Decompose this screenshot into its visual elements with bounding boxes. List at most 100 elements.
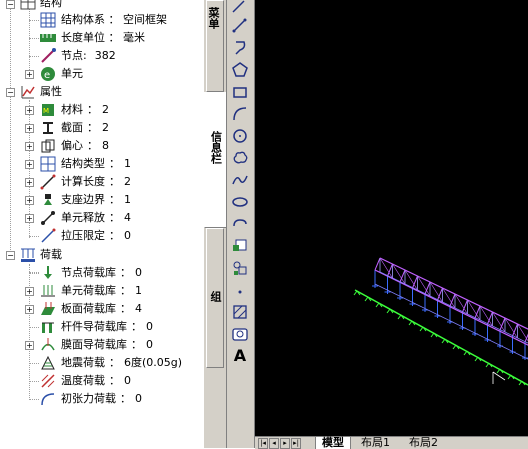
- properties-item[interactable]: 截面：2: [61, 119, 109, 137]
- item-value: 0: [146, 338, 153, 351]
- tree-line: [29, 264, 30, 400]
- properties-expand-toggle[interactable]: +: [25, 106, 34, 115]
- tree-node-loads[interactable]: 荷载: [40, 246, 62, 264]
- collapse-structure-toggle[interactable]: −: [6, 0, 15, 9]
- separator: ：: [105, 191, 124, 209]
- properties-expand-toggle[interactable]: +: [25, 142, 34, 151]
- item-name: 初张力荷载: [61, 392, 116, 405]
- expand-elements-toggle[interactable]: +: [25, 70, 34, 79]
- separator: ：: [116, 300, 135, 318]
- item-name: 支座边界: [61, 193, 105, 206]
- item-value: 空间框架: [123, 13, 167, 26]
- spline-tool-icon[interactable]: [230, 170, 250, 190]
- ellipse-tool-icon[interactable]: [230, 192, 250, 212]
- tree-line: [29, 0, 30, 74]
- item-value: 毫米: [123, 31, 145, 44]
- cloud-tool-icon[interactable]: [230, 148, 250, 168]
- loads-item[interactable]: 温度荷载：0: [61, 372, 131, 390]
- polygon-tool-icon[interactable]: [230, 60, 250, 80]
- tree-node-properties[interactable]: 属性: [40, 83, 62, 101]
- loads-item[interactable]: 地震荷载：6度(0.05g): [61, 354, 182, 372]
- loads-item[interactable]: 膜面导荷载库：0: [61, 336, 153, 354]
- tree-line: [29, 399, 39, 400]
- item-name: 偏心: [61, 139, 83, 152]
- next-layout-button[interactable]: ▸: [280, 438, 290, 449]
- point-tool-icon[interactable]: [230, 280, 250, 300]
- separator: ：: [105, 29, 123, 47]
- tab-menu[interactable]: 菜单: [206, 0, 224, 92]
- tree-line: [29, 273, 39, 274]
- tab-layout2[interactable]: 布局2: [403, 437, 444, 449]
- separator: ：: [105, 227, 124, 245]
- separator: :: [83, 49, 87, 62]
- separator: ：: [105, 155, 124, 173]
- model-canvas[interactable]: [255, 0, 528, 436]
- prev-layout-button[interactable]: ◂: [269, 438, 279, 449]
- last-layout-button[interactable]: ▸|: [291, 438, 301, 449]
- separator: ：: [105, 11, 123, 29]
- loads-label: 荷载: [40, 248, 62, 261]
- item-value: 6度(0.05g): [124, 356, 182, 369]
- text-tool-icon[interactable]: A: [230, 346, 250, 366]
- tree-item-length-unit[interactable]: 长度单位：毫米: [61, 29, 145, 47]
- hatch-tool-icon[interactable]: [230, 302, 250, 322]
- loads-item[interactable]: 杆件导荷载库：0: [61, 318, 153, 336]
- properties-item[interactable]: 计算长度：2: [61, 173, 131, 191]
- ellipse-arc-tool-icon[interactable]: [230, 214, 250, 234]
- circle-tool-icon[interactable]: [230, 126, 250, 146]
- tab-model[interactable]: 模型: [315, 437, 351, 449]
- tree-node-elements[interactable]: 单元: [61, 65, 83, 83]
- arc-tool-icon[interactable]: [230, 104, 250, 124]
- properties-expand-toggle[interactable]: +: [25, 124, 34, 133]
- tree-line: [29, 56, 39, 57]
- separator: ：: [83, 101, 102, 119]
- properties-item[interactable]: 支座边界：1: [61, 191, 131, 209]
- make-block-tool-icon[interactable]: [230, 258, 250, 278]
- tab-group[interactable]: 组: [206, 228, 224, 368]
- item-value: 4: [135, 302, 142, 315]
- eccentricity-icon: [40, 138, 56, 154]
- arc-line-tool-icon[interactable]: [230, 38, 250, 58]
- loads-expand-toggle[interactable]: +: [25, 341, 34, 350]
- tree-item-structure-system[interactable]: 结构体系：空间框架: [61, 11, 167, 29]
- side-tab-strip: 菜单 信息栏 组: [204, 0, 227, 448]
- loads-item[interactable]: 板面荷载库：4: [61, 300, 142, 318]
- loads-icon: [20, 247, 36, 263]
- loads-item[interactable]: 初张力荷载：0: [61, 390, 142, 408]
- collapse-loads-toggle[interactable]: −: [6, 251, 15, 260]
- item-name: 结构体系: [61, 13, 105, 26]
- properties-expand-toggle[interactable]: +: [25, 214, 34, 223]
- membrane-load-icon: [40, 337, 56, 353]
- properties-item[interactable]: 拉压限定：0: [61, 227, 131, 245]
- properties-item[interactable]: 单元释放：4: [61, 209, 131, 227]
- collapse-properties-toggle[interactable]: −: [6, 88, 15, 97]
- loads-item[interactable]: 节点荷载库：0: [61, 264, 142, 282]
- region-tool-icon[interactable]: [230, 324, 250, 344]
- item-name: 长度单位: [61, 31, 105, 44]
- item-name: 膜面导荷载库: [61, 338, 127, 351]
- loads-item[interactable]: 单元荷载库：1: [61, 282, 142, 300]
- polyline-tool-icon[interactable]: [230, 16, 250, 36]
- item-value: 0: [124, 229, 131, 242]
- properties-item[interactable]: 材料：2: [61, 101, 109, 119]
- separator: ：: [105, 209, 124, 227]
- tree-item-nodes[interactable]: 节点:382: [61, 47, 116, 65]
- properties-expand-toggle[interactable]: +: [25, 160, 34, 169]
- tab-info[interactable]: 信息栏: [204, 92, 226, 228]
- first-layout-button[interactable]: |◂: [258, 438, 268, 449]
- tree-line: [29, 381, 39, 382]
- item-name: 计算长度: [61, 175, 105, 188]
- properties-expand-toggle[interactable]: +: [25, 196, 34, 205]
- tree-node-structure[interactable]: 结构: [40, 0, 62, 12]
- ruler-icon: [40, 30, 56, 46]
- tree-line: [10, 0, 11, 256]
- insert-block-tool-icon[interactable]: [230, 236, 250, 256]
- properties-expand-toggle[interactable]: +: [25, 178, 34, 187]
- properties-item[interactable]: 结构类型：1: [61, 155, 131, 173]
- rectangle-tool-icon[interactable]: [230, 82, 250, 102]
- loads-expand-toggle[interactable]: +: [25, 287, 34, 296]
- loads-expand-toggle[interactable]: +: [25, 305, 34, 314]
- properties-item[interactable]: 偏心：8: [61, 137, 109, 155]
- tab-layout1[interactable]: 布局1: [355, 437, 396, 449]
- item-value: 1: [124, 193, 131, 206]
